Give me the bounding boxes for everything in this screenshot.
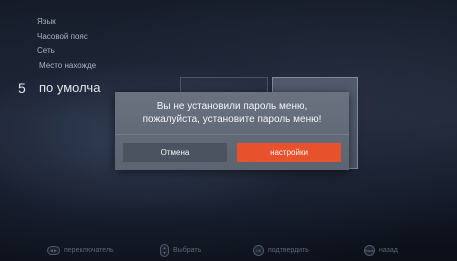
footer-confirm-hint: OK подтвердить	[253, 242, 309, 258]
footer-hints: ◂ ▸ переключатель ▴ ▾ Выбрать OK подтверд…	[0, 242, 457, 258]
settings-button[interactable]: настройки	[237, 143, 341, 162]
cancel-button[interactable]: Отмена	[123, 143, 227, 162]
password-warning-dialog: Вы не установили пароль меню, пожалуйста…	[115, 92, 349, 170]
back-button-icon: Back	[364, 244, 375, 256]
footer-back-label: назад	[379, 246, 398, 254]
bg-menu-timezone: Часовой пояс	[37, 32, 88, 41]
footer-confirm-label: подтвердить	[268, 246, 309, 254]
bg-menu-location: Место нахожде	[39, 61, 97, 70]
footer-switch-hint: ◂ ▸ переключатель	[47, 242, 114, 258]
footer-back-hint: Back назад	[364, 242, 398, 258]
dialog-divider	[115, 134, 349, 135]
footer-switch-label: переключатель	[64, 246, 114, 254]
bg-menu-language: Язык	[37, 17, 56, 26]
up-down-arrows-icon: ▴ ▾	[160, 243, 169, 257]
bg-step-number: 5	[18, 80, 26, 96]
dialog-message: Вы не установили пароль меню, пожалуйста…	[115, 100, 349, 126]
footer-select-hint: ▴ ▾ Выбрать	[160, 242, 201, 258]
dialog-message-line1: Вы не установили пароль меню,	[156, 101, 308, 112]
left-right-arrows-icon: ◂ ▸	[47, 245, 60, 255]
ok-button-icon: OK	[253, 244, 264, 256]
dialog-message-line2: пожалуйста, установите пароль меню!	[142, 114, 322, 125]
footer-select-label: Выбрать	[173, 246, 202, 254]
bg-default-label: по умолча	[39, 80, 101, 95]
bg-menu-network: Сеть	[37, 46, 55, 55]
